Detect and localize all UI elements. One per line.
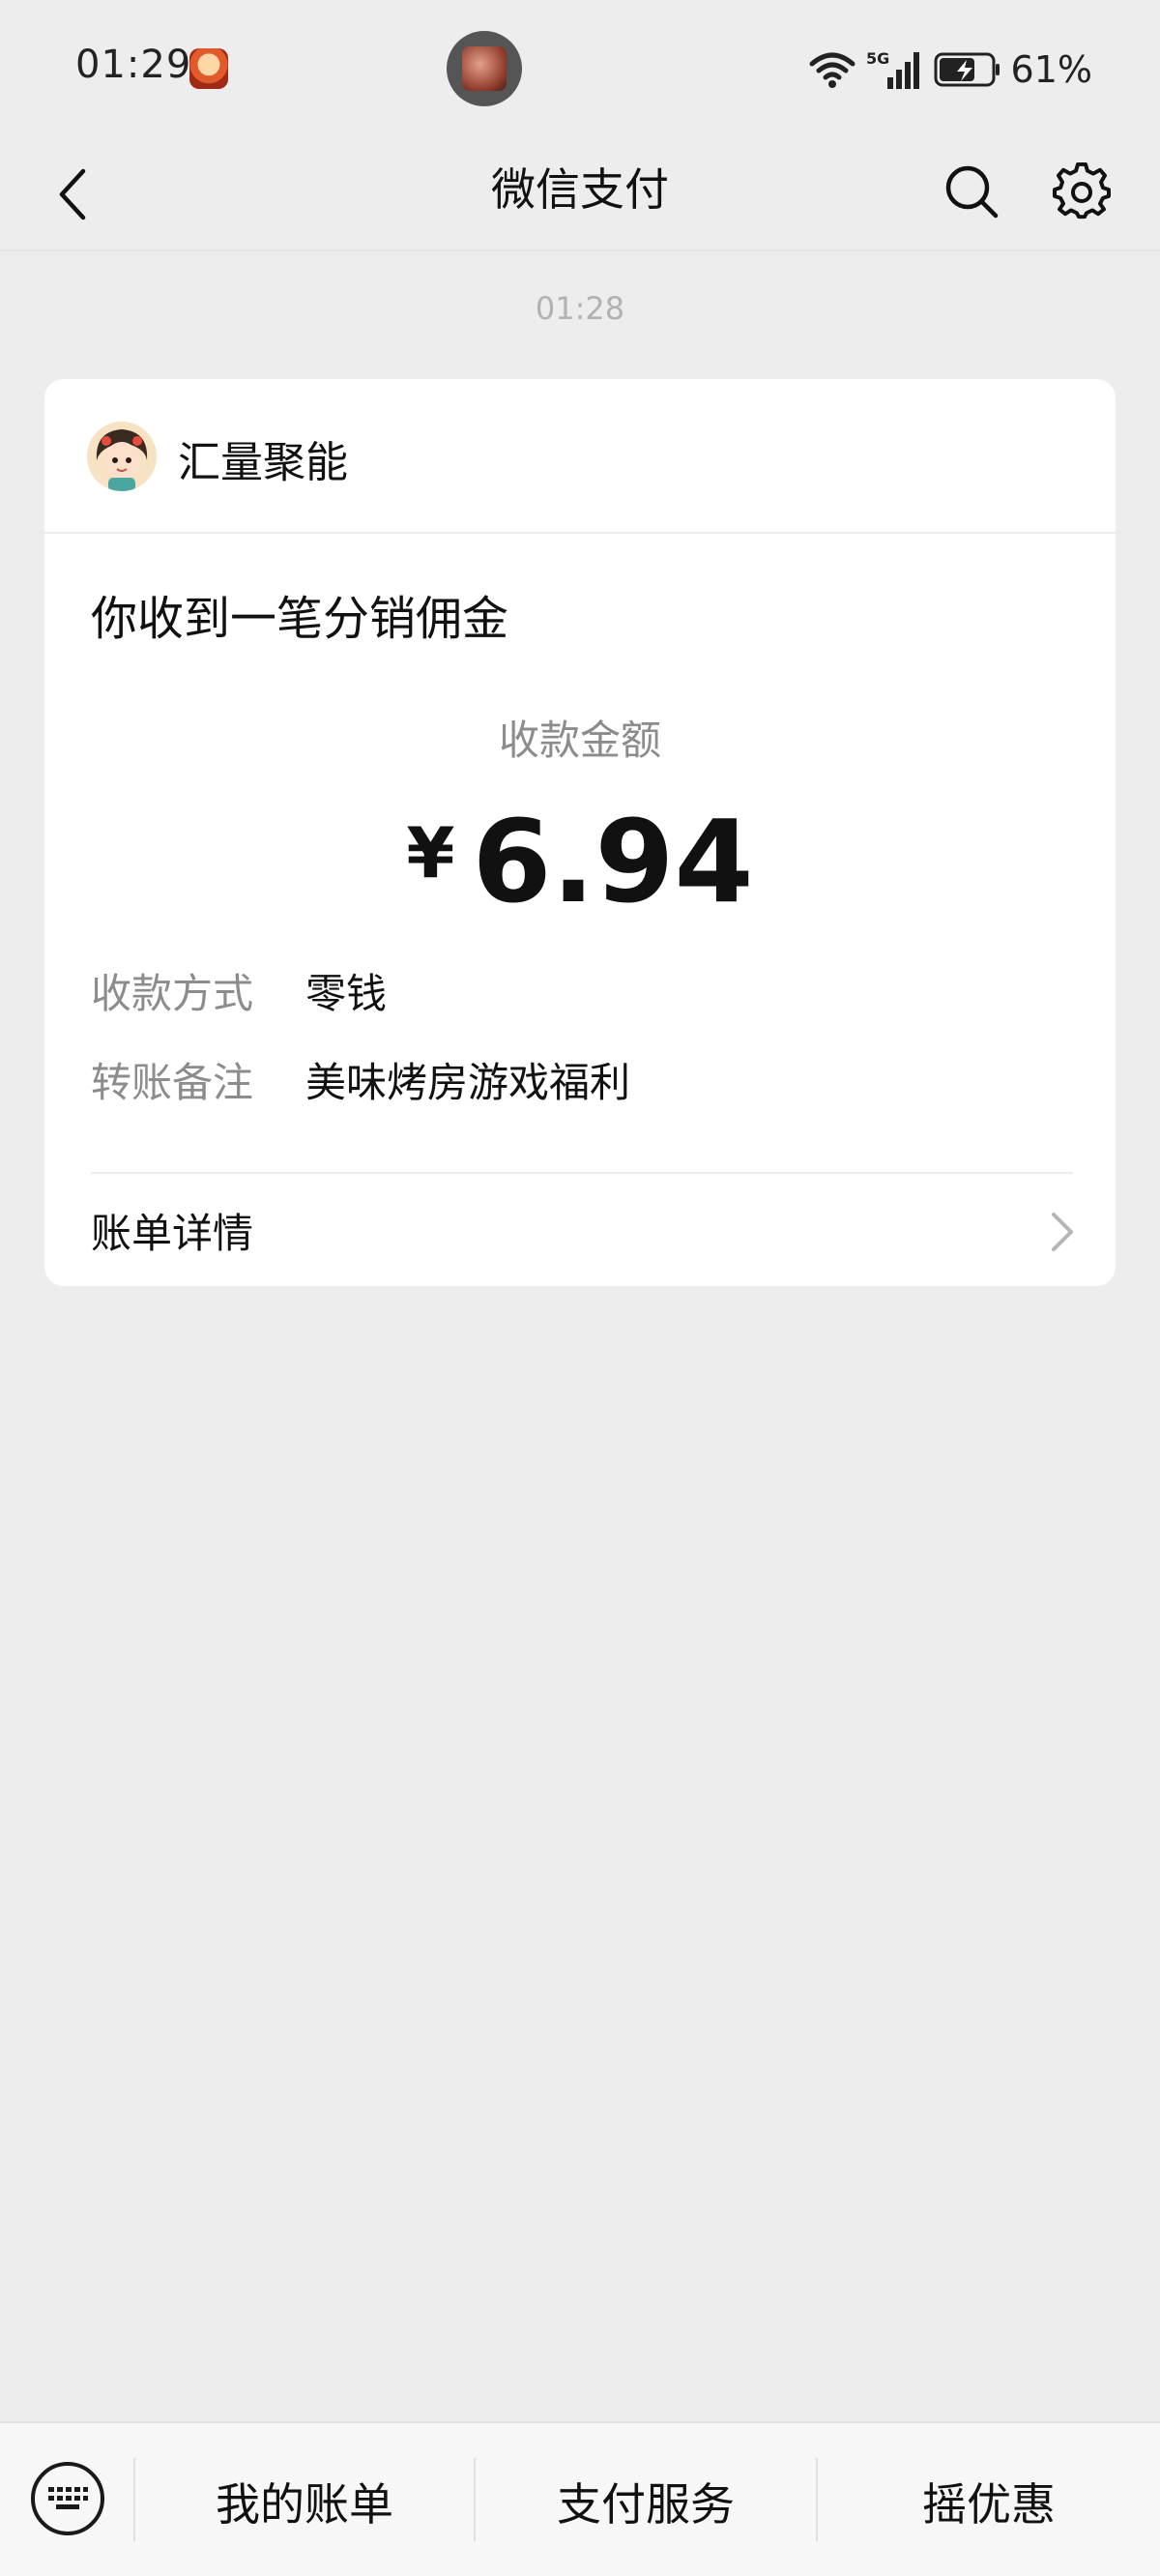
status-indicators: 5G 61% <box>808 46 1092 93</box>
merchant-name: 汇量聚能 <box>178 438 348 487</box>
currency-symbol: ¥ <box>406 812 455 893</box>
status-bar: 01:29 5G 61% <box>0 0 1160 135</box>
wechat-pay-screen: 01:29 5G 61% 微信支付 01:28 汇量聚能 你收到一笔分销佣金 收… <box>0 0 1160 2576</box>
search-button[interactable] <box>938 155 1005 228</box>
keyboard-icon <box>48 2487 88 2509</box>
battery-percentage: 61% <box>1010 48 1092 91</box>
gear-icon <box>1053 162 1111 220</box>
bill-details-label: 账单详情 <box>91 1210 254 1257</box>
floating-app-icon[interactable] <box>447 31 522 106</box>
cellular-signal-icon: 5G <box>866 49 919 89</box>
search-icon <box>945 165 999 219</box>
shake-offers-menu[interactable]: 摇优惠 <box>818 2470 1160 2532</box>
keyboard-toggle-button[interactable] <box>31 2462 104 2535</box>
payment-notification-card[interactable]: 汇量聚能 你收到一笔分销佣金 收款金额 ¥6.94 收款方式 零钱 转账备注 美… <box>44 379 1116 1286</box>
nav-divider <box>0 249 1160 251</box>
nav-bar: 微信支付 <box>0 135 1160 251</box>
transfer-note-row: 转账备注 美味烤房游戏福利 <box>91 1050 630 1108</box>
settings-button[interactable] <box>1048 155 1116 228</box>
battery-charging-icon <box>934 52 1000 87</box>
transfer-note-value: 美味烤房游戏福利 <box>305 1058 631 1106</box>
amount-label: 收款金额 <box>498 717 661 764</box>
payment-method-row: 收款方式 零钱 <box>91 961 387 1019</box>
amount-value: 6.94 <box>472 795 754 928</box>
payment-services-menu[interactable]: 支付服务 <box>476 2470 816 2532</box>
bottom-menu-bar: 我的账单 支付服务 摇优惠 <box>0 2421 1160 2576</box>
chevron-right-icon <box>1052 1213 1073 1251</box>
wifi-icon <box>809 52 856 88</box>
payment-method-value: 零钱 <box>305 969 388 1017</box>
amount-row: ¥6.94 <box>44 805 1116 919</box>
network-type-label: 5G <box>866 49 889 68</box>
status-time: 01:29 <box>75 43 192 87</box>
card-header[interactable]: 汇量聚能 <box>44 379 1116 534</box>
my-bills-menu[interactable]: 我的账单 <box>135 2470 474 2532</box>
card-header-divider <box>44 532 1116 534</box>
app-notification-icon <box>189 48 228 89</box>
notification-title: 你收到一笔分销佣金 <box>91 592 509 646</box>
message-timestamp: 01:28 <box>535 290 625 327</box>
merchant-avatar <box>87 422 157 491</box>
transfer-note-label: 转账备注 <box>91 1058 254 1106</box>
bill-details-link[interactable]: 账单详情 <box>44 1174 1116 1286</box>
payment-method-label: 收款方式 <box>91 969 254 1017</box>
